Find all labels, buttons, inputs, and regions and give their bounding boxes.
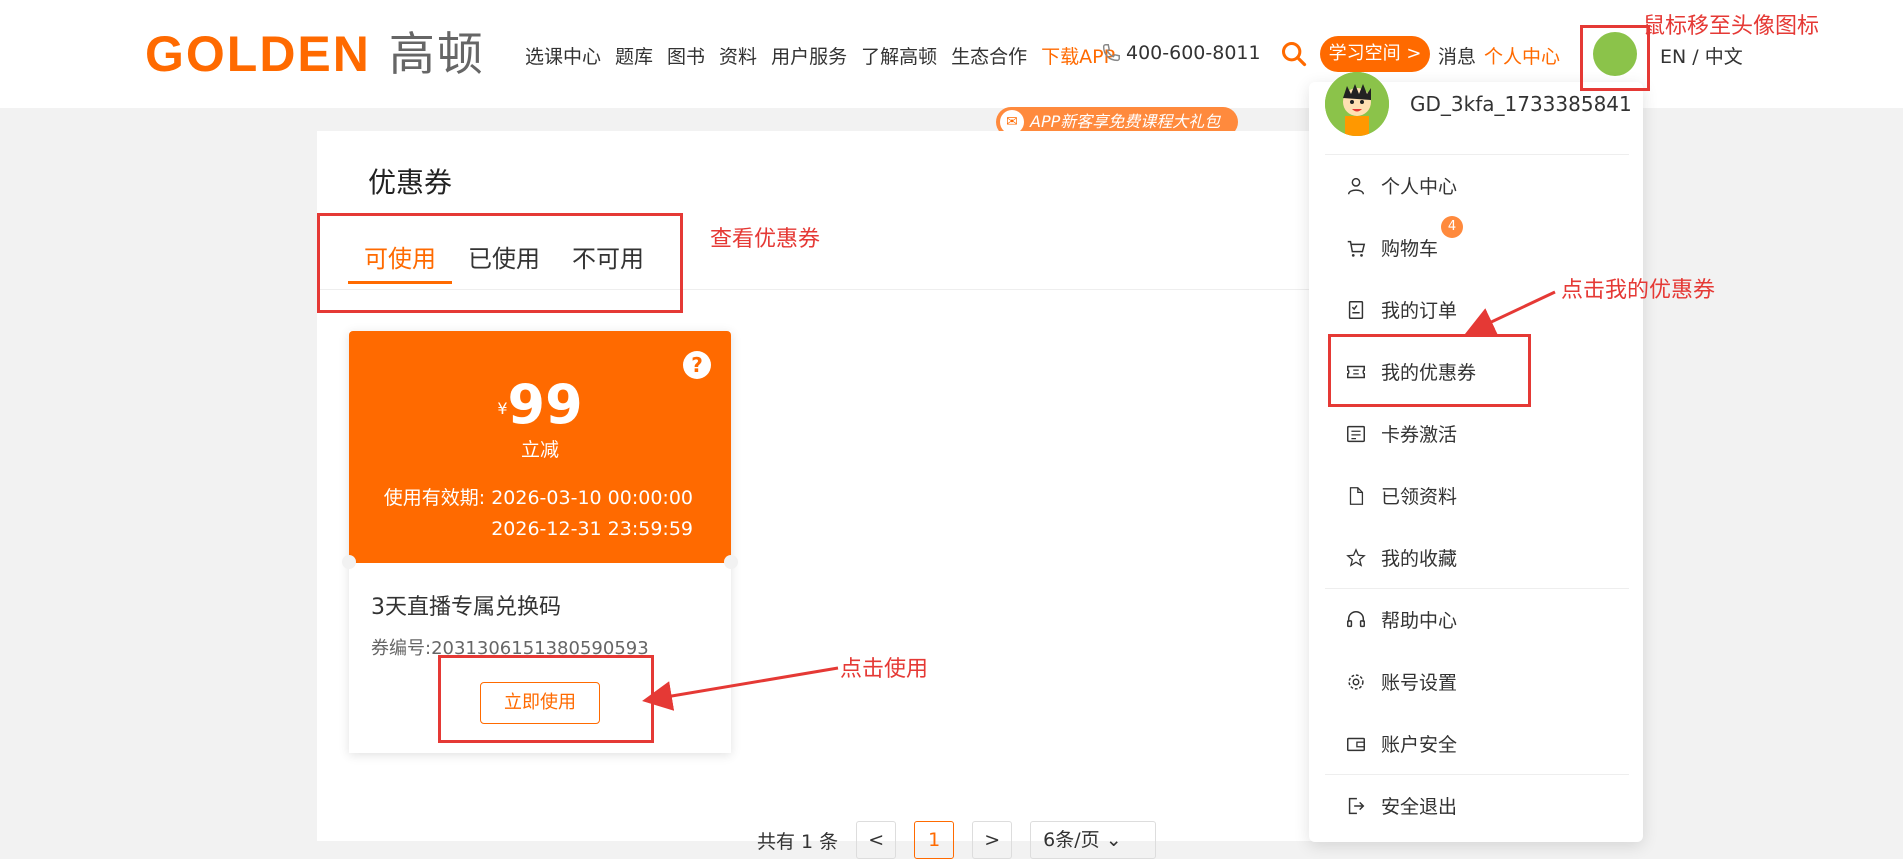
dropdown-divider	[1325, 588, 1629, 589]
menu-item-cart[interactable]: 购物车 4	[1345, 216, 1463, 261]
nav-item-ecosystem[interactable]: 生态合作	[951, 42, 1027, 69]
phone-number: 400-600-8011	[1100, 42, 1261, 64]
annotation-box-use-button	[438, 655, 654, 743]
wallet-icon	[1347, 737, 1365, 751]
gear-icon	[1348, 673, 1364, 690]
menu-item-label: 购物车	[1381, 238, 1439, 260]
menu-item-label: 安全退出	[1381, 796, 1458, 818]
dropdown-avatar	[1325, 72, 1389, 136]
menu-item-label: 已领资料	[1381, 486, 1458, 508]
annotation-click-my-coupon: 点击我的优惠券	[1561, 278, 1716, 303]
nav-item-user-service[interactable]: 用户服务	[771, 42, 847, 69]
coupon-type: 立减	[520, 439, 559, 461]
dropdown-username: GD_3kfa_1733385841	[1410, 92, 1632, 116]
menu-item-label: 账号设置	[1381, 672, 1458, 694]
card-icon	[1347, 425, 1365, 442]
prev-page-button[interactable]: <	[856, 821, 897, 859]
golden-logo[interactable]: GOLDEN 高顿	[145, 24, 485, 84]
language-switch: EN / 中文	[1660, 42, 1743, 69]
cartoon-avatar-icon	[1325, 72, 1389, 136]
annotation-box-avatar	[1580, 25, 1650, 91]
nav-item-materials[interactable]: 资料	[719, 42, 757, 69]
nav-item-question-bank[interactable]: 题库	[615, 42, 653, 69]
menu-item-favorites[interactable]: 我的收藏	[1345, 544, 1457, 571]
lang-cn[interactable]: 中文	[1705, 46, 1743, 68]
dropdown-user-info: GD_3kfa_1733385841	[1309, 72, 1643, 156]
file-icon	[1349, 486, 1364, 505]
personal-center-link[interactable]: 个人中心	[1484, 42, 1560, 69]
user-dropdown-menu: GD_3kfa_1733385841 个人中心 购物车 4 我的订单 我的优惠券…	[1309, 72, 1643, 842]
annotation-click-use: 点击使用	[840, 657, 929, 682]
user-icon	[1347, 177, 1365, 194]
page-title: 优惠券	[368, 166, 453, 199]
valid-from: 2026-03-10 00:00:00	[491, 487, 693, 509]
coupon-number-label: 券编号:	[371, 638, 432, 659]
menu-item-account-security[interactable]: 账户安全	[1345, 730, 1457, 757]
main-nav: 选课中心 题库 图书 资料 用户服务 了解高顿 生态合作 下载APP	[525, 42, 1115, 69]
nav-item-course-center[interactable]: 选课中心	[525, 42, 601, 69]
valid-label: 使用有效期:	[383, 487, 486, 509]
lang-en[interactable]: EN	[1660, 46, 1686, 68]
next-page-button[interactable]: >	[972, 821, 1013, 859]
headset-icon	[1347, 610, 1365, 627]
menu-item-help-center[interactable]: 帮助中心	[1345, 606, 1457, 633]
coupon-header: ? ¥99 立减 使用有效期: 2026-03-10 00:00:00 2026-…	[349, 331, 731, 563]
coupon-validity: 使用有效期: 2026-03-10 00:00:00 2026-12-31 23:…	[384, 483, 693, 545]
amount-value: 99	[507, 373, 583, 436]
phone-icon	[1102, 44, 1120, 62]
logout-icon	[1348, 797, 1365, 814]
pagination: 共有 1 条 < 1 > 6条/页 ⌄	[757, 821, 1157, 859]
menu-item-label: 账户安全	[1381, 734, 1458, 756]
menu-item-orders[interactable]: 我的订单	[1345, 296, 1457, 323]
logo-en: GOLDEN	[145, 26, 371, 82]
annotation-box-my-coupon	[1328, 334, 1531, 407]
menu-item-label: 卡券激活	[1381, 424, 1458, 446]
page-size-select[interactable]: 6条/页 ⌄	[1030, 821, 1157, 859]
study-space-button[interactable]: 学习空间 >	[1320, 36, 1430, 72]
page-button[interactable]: 1	[914, 821, 955, 859]
valid-to: 2026-12-31 23:59:59	[491, 518, 693, 540]
coupon-notch-right	[724, 555, 738, 569]
menu-item-received-materials[interactable]: 已领资料	[1345, 482, 1457, 509]
search-icon[interactable]	[1280, 40, 1308, 68]
menu-item-label: 我的收藏	[1381, 548, 1458, 570]
dropdown-divider	[1325, 774, 1629, 775]
coupon-notch-left	[342, 555, 356, 569]
dropdown-divider	[1325, 154, 1629, 155]
menu-item-personal-center[interactable]: 个人中心	[1345, 172, 1457, 199]
cart-count-badge: 4	[1441, 216, 1463, 238]
message-link[interactable]: 消息	[1438, 42, 1476, 69]
nav-item-about[interactable]: 了解高顿	[861, 42, 937, 69]
annotation-hover-avatar: 鼠标移至头像图标	[1643, 14, 1820, 39]
phone-text: 400-600-8011	[1126, 42, 1261, 64]
menu-item-label: 我的订单	[1381, 300, 1458, 322]
nav-item-books[interactable]: 图书	[667, 42, 705, 69]
menu-item-label: 帮助中心	[1381, 610, 1458, 632]
logo-cn: 高顿	[388, 27, 485, 81]
menu-item-label: 个人中心	[1381, 176, 1458, 198]
star-icon	[1346, 547, 1366, 567]
coupon-amount: ¥99	[349, 373, 731, 436]
currency-symbol: ¥	[497, 399, 508, 418]
annotation-view-coupon: 查看优惠券	[710, 227, 821, 252]
coupon-name: 3天直播专属兑换码	[371, 595, 561, 620]
annotation-box-tabs	[317, 213, 683, 313]
menu-item-logout[interactable]: 安全退出	[1345, 792, 1457, 819]
menu-item-card-activation[interactable]: 卡券激活	[1345, 420, 1457, 447]
cart-icon	[1347, 240, 1366, 257]
total-count: 共有 1 条	[757, 830, 839, 853]
lang-separator: /	[1692, 46, 1699, 68]
menu-item-account-settings[interactable]: 账号设置	[1345, 668, 1457, 695]
order-icon	[1348, 300, 1364, 319]
